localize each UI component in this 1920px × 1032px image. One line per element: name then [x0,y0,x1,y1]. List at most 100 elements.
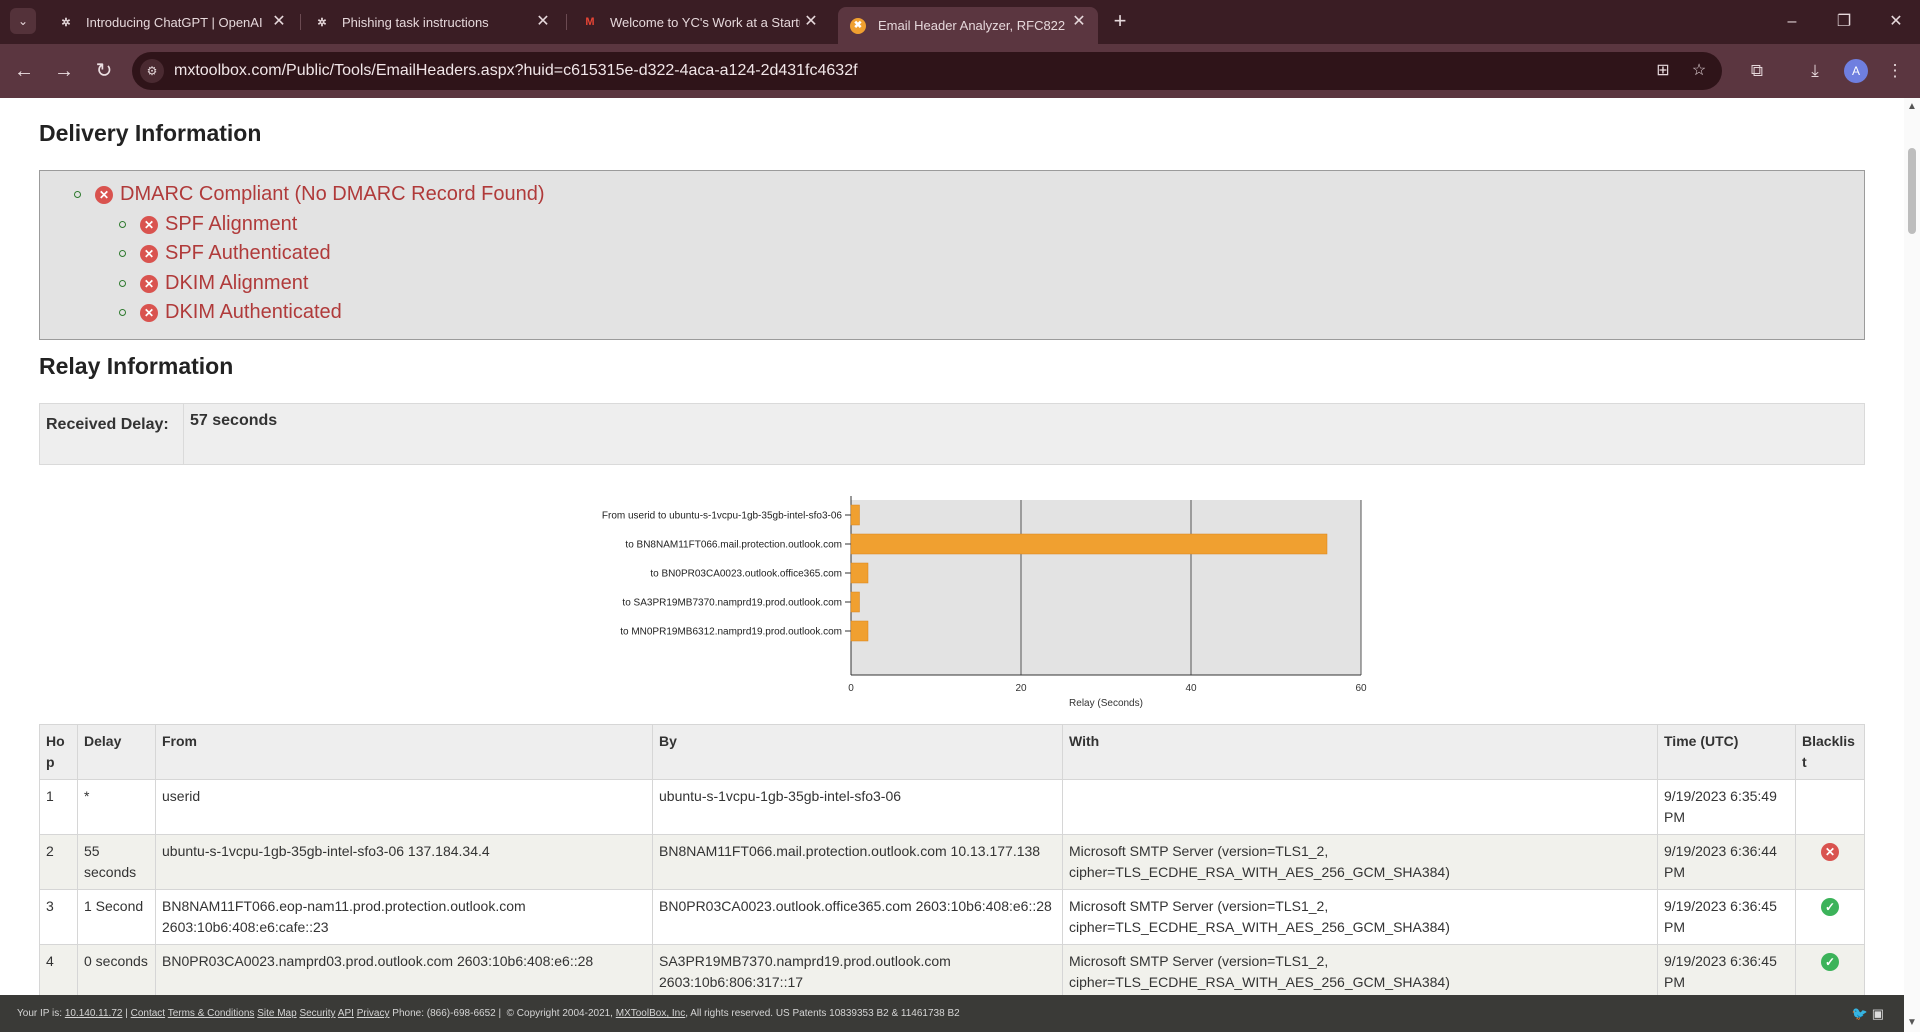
chart-x-axis-label: Relay (Seconds) [1069,698,1143,709]
footer-link-api[interactable]: API [338,1008,354,1019]
page-scrollbar[interactable]: ▲ ▼ [1904,98,1920,1032]
bullet-icon [119,250,126,257]
openai-icon: ✲ [317,16,327,29]
check-label[interactable]: DKIM Authenticated [165,301,342,324]
chart-bar [850,533,1328,555]
header-delay: Delay [77,724,156,780]
cell-from: userid [155,779,653,835]
linkedin-icon[interactable]: ▣ [1872,1006,1884,1021]
tab-chatgpt[interactable]: ✲ Introducing ChatGPT | OpenAI ✕ [46,7,298,37]
bullet-icon [119,221,126,228]
menu-icon[interactable]: ⋮ [1882,58,1908,84]
footer-link-contact[interactable]: Contact [131,1008,165,1019]
divider [183,404,184,464]
cell-from: BN8NAM11FT066.eop-nam11.prod.protection.… [155,889,653,945]
chart-x-tick-label: 0 [848,683,854,694]
cell-blacklist [1795,779,1865,835]
chart-plot-area [851,500,1361,675]
error-icon: ✕ [140,303,158,322]
cell-delay: 0 seconds [77,944,156,995]
forward-button[interactable]: → [50,57,78,85]
openai-icon: ✲ [61,16,71,29]
tab-email-header-analyzer[interactable]: ✖ Email Header Analyzer, RFC822 Parser ✕ [838,7,1098,44]
tab-search-button[interactable]: ⌄ [10,8,36,34]
cell-delay: * [77,779,156,835]
restore-button[interactable]: ❐ [1824,8,1864,36]
chart-y-tick-label: to BN0PR03CA0023.outlook.office365.com [650,569,842,580]
tab-title: Phishing task instructions [342,14,489,30]
page-content: Delivery Information ✕ DMARC Compliant (… [0,98,1904,995]
chart-y-tick-label: From userid to ubuntu-s-1vcpu-1gb-35gb-i… [602,511,843,522]
delivery-information-title: Delivery Information [39,120,262,146]
bookmark-star-icon[interactable]: ☆ [1688,60,1710,82]
table-row: 2 55 seconds ubuntu-s-1vcpu-1gb-35gb-int… [39,834,1865,890]
chart-bar [850,591,860,613]
ip-link[interactable]: 10.140.11.72 [65,1008,123,1019]
cell-with: Microsoft SMTP Server (version=TLS1_2, c… [1062,944,1658,995]
close-window-button[interactable]: ✕ [1876,8,1916,36]
close-icon[interactable]: ✕ [270,13,288,31]
footer-link-terms[interactable]: Terms & Conditions [168,1008,255,1019]
tab-phishing-instructions[interactable]: ✲ Phishing task instructions ✕ [302,7,562,37]
table-row: 3 1 Second BN8NAM11FT066.eop-nam11.prod.… [39,889,1865,945]
blacklist-error-icon[interactable]: ✕ [1821,843,1839,861]
header-time: Time (UTC) [1657,724,1796,780]
error-icon: ✕ [140,274,158,293]
footer-rights: , All rights reserved. US Patents 108393… [685,1008,960,1019]
profile-avatar[interactable]: A [1844,59,1868,83]
cell-by: ubuntu-s-1vcpu-1gb-35gb-intel-sfo3-06 [652,779,1063,835]
address-bar[interactable]: ⚙ mxtoolbox.com/Public/Tools/EmailHeader… [132,52,1722,90]
relay-hops-table: Ho p Delay From By With Time (UTC) Black… [39,724,1865,995]
footer-link-security[interactable]: Security [299,1008,335,1019]
tab-title: Welcome to YC's Work at a Startup [610,14,800,30]
new-tab-button[interactable]: + [1106,8,1134,36]
chart-x-tick-label: 40 [1185,683,1197,694]
gmail-icon: M [585,16,595,28]
cell-hop: 4 [39,944,78,995]
reload-button[interactable]: ↻ [90,57,118,85]
bullet-icon [74,191,81,198]
scroll-thumb[interactable] [1908,148,1916,234]
check-label[interactable]: SPF Alignment [165,213,297,236]
twitter-icon[interactable]: 🐦 [1852,1006,1868,1021]
check-label[interactable]: DKIM Alignment [165,272,308,295]
scroll-down-icon[interactable]: ▼ [1907,1018,1917,1028]
scroll-up-icon[interactable]: ▲ [1907,102,1917,112]
dkim-authenticated-item: ✕ DKIM Authenticated [119,301,342,324]
tab-title: Introducing ChatGPT | OpenAI [86,14,263,30]
close-icon[interactable]: ✕ [1070,13,1088,31]
chart-bar [850,504,860,526]
cell-hop: 2 [39,834,78,890]
close-icon[interactable]: ✕ [802,13,820,31]
blacklist-ok-icon[interactable]: ✓ [1821,953,1839,971]
tab-strip: ⌄ ✲ Introducing ChatGPT | OpenAI ✕ ✲ Phi… [0,0,1920,44]
mxtoolbox-icon: ✖ [850,17,866,34]
footer-link-privacy[interactable]: Privacy [357,1008,390,1019]
translate-icon[interactable]: ⊞ [1652,60,1674,82]
tab-gmail[interactable]: M Welcome to YC's Work at a Startup ✕ [570,7,830,37]
cell-delay: 55 seconds [77,834,156,890]
extensions-icon[interactable]: ⧉ [1744,58,1770,84]
footer-text: Your IP is: 10.140.11.72 | Contact Terms… [17,1008,960,1019]
check-label[interactable]: SPF Authenticated [165,242,331,265]
dmarc-label[interactable]: DMARC Compliant (No DMARC Record Found) [120,183,545,206]
site-info-icon[interactable]: ⚙ [140,59,164,83]
minimize-button[interactable]: – [1772,8,1812,36]
spf-alignment-item: ✕ SPF Alignment [119,213,297,236]
close-icon[interactable]: ✕ [534,13,552,31]
relay-information-title: Relay Information [39,353,234,379]
cell-with: Microsoft SMTP Server (version=TLS1_2, c… [1062,889,1658,945]
back-button[interactable]: ← [10,57,38,85]
download-icon[interactable]: ⤓ [1802,58,1828,84]
cell-hop: 3 [39,889,78,945]
cell-blacklist: ✕ [1795,834,1865,890]
chart-y-tick-label: to SA3PR19MB7370.namprd19.prod.outlook.c… [622,598,842,609]
footer-link-sitemap[interactable]: Site Map [257,1008,296,1019]
dmarc-compliance-item: ✕ DMARC Compliant (No DMARC Record Found… [74,183,545,206]
chart-x-tick-label: 60 [1355,683,1367,694]
footer-company-link[interactable]: MXToolBox, Inc [616,1008,685,1019]
cell-time: 9/19/2023 6:35:49 PM [1657,779,1796,835]
blacklist-ok-icon[interactable]: ✓ [1821,898,1839,916]
dkim-alignment-item: ✕ DKIM Alignment [119,272,308,295]
tab-separator [300,14,301,30]
